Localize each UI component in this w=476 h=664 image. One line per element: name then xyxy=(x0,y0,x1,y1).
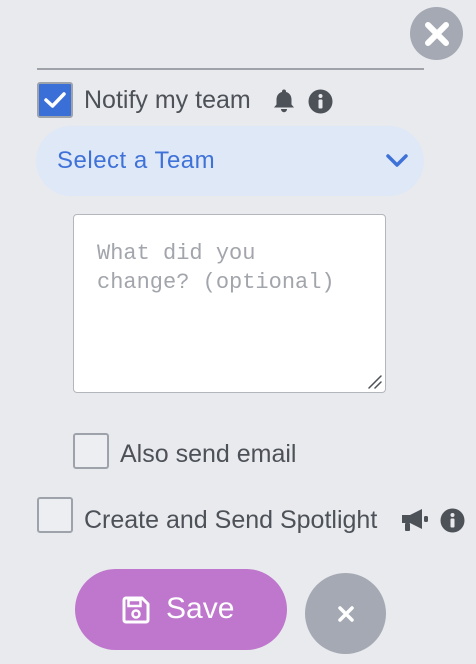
info-icon[interactable] xyxy=(307,88,333,114)
spotlight-checkbox[interactable] xyxy=(37,497,73,533)
change-message-textarea[interactable]: What did you change? (optional) xyxy=(73,214,386,393)
team-select[interactable]: Select a Team xyxy=(36,126,424,196)
checkmark-icon xyxy=(44,92,66,108)
close-icon xyxy=(337,605,354,622)
bell-icon xyxy=(271,87,297,115)
notify-team-label: Notify my team xyxy=(84,86,251,114)
save-button-label: Save xyxy=(166,592,235,625)
save-button[interactable]: Save xyxy=(75,569,287,650)
change-message-placeholder: What did you change? (optional) xyxy=(97,241,335,295)
save-icon xyxy=(122,596,150,624)
chevron-down-icon xyxy=(386,154,408,167)
close-icon xyxy=(424,21,449,46)
cancel-button[interactable] xyxy=(305,573,386,654)
spotlight-label: Create and Send Spotlight xyxy=(84,506,378,534)
notify-team-checkbox[interactable] xyxy=(37,82,73,118)
resize-handle-icon[interactable] xyxy=(366,373,382,389)
close-dialog-button[interactable] xyxy=(410,7,463,60)
divider xyxy=(37,68,424,70)
send-email-label: Also send email xyxy=(120,440,297,468)
team-select-value: Select a Team xyxy=(57,147,216,174)
spotlight-info-icon[interactable] xyxy=(439,507,465,533)
send-email-checkbox[interactable] xyxy=(73,433,109,469)
megaphone-icon xyxy=(399,506,429,534)
